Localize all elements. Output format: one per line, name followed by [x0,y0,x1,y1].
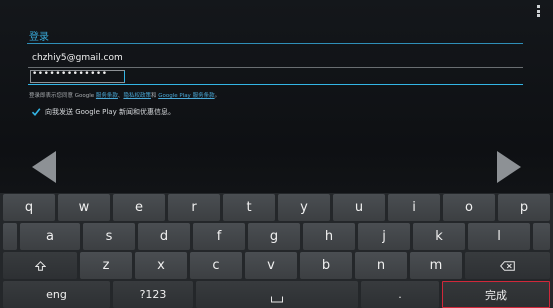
key-v[interactable]: v [245,252,297,279]
key-e[interactable]: e [113,194,165,221]
title-divider [27,43,523,44]
email-field[interactable]: chzhiy5@gmail.com [28,51,523,68]
key-spacer-left [3,223,17,250]
key-i[interactable]: i [388,194,440,221]
done-button[interactable]: 完成 [442,281,550,308]
play-terms-link[interactable]: Google Play 服务条款 [158,93,214,99]
back-arrow-icon[interactable] [31,150,57,184]
language-key[interactable]: eng [3,281,110,308]
action-bar [0,0,553,22]
terms-suffix: 。 [214,93,221,99]
key-u[interactable]: u [333,194,385,221]
key-g[interactable]: g [248,223,300,250]
key-p[interactable]: p [498,194,550,221]
text-cursor [124,71,125,82]
overflow-menu-icon[interactable] [537,5,541,17]
key-c[interactable]: c [190,252,242,279]
login-screen: 登录 chzhiy5@gmail.com ••••••••••••• 登录即表示… [0,0,553,308]
shift-icon [34,260,46,271]
delete-key[interactable] [465,252,550,279]
key-o[interactable]: o [443,194,495,221]
key-d[interactable]: d [138,223,190,250]
key-t[interactable]: t [223,194,275,221]
terms-of-service-link[interactable]: 服务条款 [96,93,118,99]
key-j[interactable]: j [358,223,410,250]
key-b[interactable]: b [300,252,352,279]
key-f[interactable]: f [193,223,245,250]
key-r[interactable]: r [168,194,220,221]
shift-key[interactable] [3,252,77,279]
email-value: chzhiy5@gmail.com [32,53,123,63]
terms-prefix: 登录即表示您同意 Google [29,93,96,99]
delete-icon [500,260,515,271]
key-k[interactable]: k [413,223,465,250]
key-n[interactable]: n [355,252,407,279]
key-l[interactable]: l [468,223,530,250]
page-title: 登录 [29,32,49,43]
period-key[interactable]: . [361,281,439,308]
key-z[interactable]: z [80,252,132,279]
password-underline [28,83,523,85]
key-w[interactable]: w [58,194,110,221]
key-y[interactable]: y [278,194,330,221]
key-m[interactable]: m [410,252,462,279]
password-field[interactable]: ••••••••••••• [28,68,523,85]
terms-text: 登录即表示您同意 Google 服务条款、隐私权政策和 Google Play … [29,91,220,99]
password-value: ••••••••••••• [32,69,108,79]
key-q[interactable]: q [3,194,55,221]
key-s[interactable]: s [83,223,135,250]
key-a[interactable]: a [20,223,80,250]
check-icon[interactable] [31,107,41,117]
symbols-key[interactable]: ?123 [113,281,193,308]
next-arrow-icon[interactable] [496,150,522,184]
key-spacer-right [533,223,550,250]
privacy-policy-link[interactable]: 隐私权政策 [123,93,151,99]
space-key[interactable] [196,281,358,308]
soft-keyboard: q w e r t y u i o p a s d f g h j k l z … [0,193,553,308]
key-h[interactable]: h [303,223,355,250]
newsletter-label: 向我发送 Google Play 新闻和优惠信息。 [45,108,175,116]
space-icon [271,296,283,303]
key-x[interactable]: x [135,252,187,279]
